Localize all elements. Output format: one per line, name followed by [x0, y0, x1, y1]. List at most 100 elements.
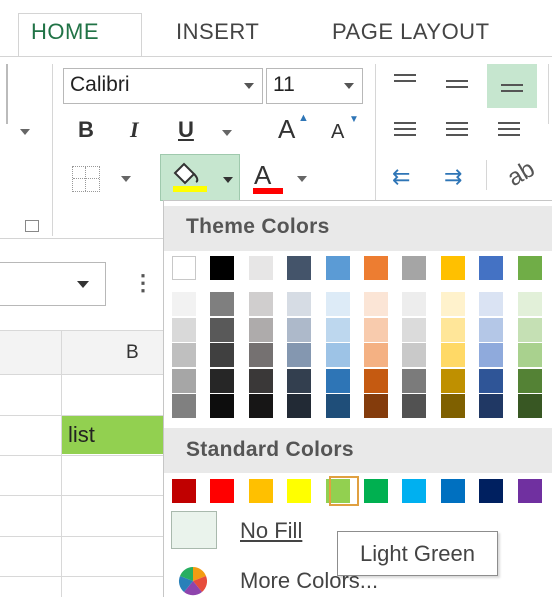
decrease-indent-icon[interactable]: ⇇	[392, 164, 410, 190]
theme-shade-swatch[interactable]	[248, 394, 273, 418]
theme-shade-swatch[interactable]	[287, 343, 312, 367]
standard-color-swatch[interactable]	[287, 479, 312, 503]
tab-home[interactable]: HOME	[18, 13, 142, 57]
no-fill-item[interactable]: No Fill	[240, 518, 302, 544]
theme-shade-swatch[interactable]	[440, 394, 465, 418]
theme-shade-swatch[interactable]	[364, 394, 388, 418]
theme-color-swatch[interactable]	[248, 256, 273, 280]
standard-color-swatch[interactable]	[210, 479, 235, 503]
theme-color-swatch[interactable]	[440, 256, 465, 280]
underline-button[interactable]: U	[178, 117, 194, 143]
align-middle-icon[interactable]	[446, 76, 468, 92]
theme-shade-swatch[interactable]	[364, 292, 388, 316]
standard-color-swatch[interactable]	[517, 479, 542, 503]
standard-color-swatch[interactable]	[248, 479, 273, 503]
theme-color-swatch[interactable]	[402, 256, 427, 280]
theme-shade-swatch[interactable]	[210, 317, 235, 342]
theme-shade-swatch[interactable]	[287, 394, 312, 418]
align-bottom-button[interactable]	[487, 64, 537, 108]
theme-color-swatch[interactable]	[517, 256, 542, 280]
font-size-combobox[interactable]: 11	[266, 68, 363, 104]
chevron-down-icon[interactable]	[77, 281, 89, 288]
theme-shade-swatch[interactable]	[172, 292, 196, 316]
chevron-down-icon[interactable]	[244, 83, 254, 89]
theme-shade-swatch[interactable]	[440, 292, 465, 316]
theme-shade-swatch[interactable]	[325, 343, 350, 367]
theme-shade-swatch[interactable]	[287, 292, 312, 316]
align-right-icon[interactable]	[498, 118, 520, 140]
theme-shade-swatch[interactable]	[364, 317, 388, 342]
theme-shade-swatch[interactable]	[479, 292, 504, 316]
theme-shade-swatch[interactable]	[325, 292, 350, 316]
chevron-down-icon[interactable]	[297, 176, 307, 182]
font-name-combobox[interactable]: Calibri	[63, 68, 263, 104]
theme-shade-swatch[interactable]	[287, 368, 312, 393]
tab-insert[interactable]: INSERT	[176, 14, 259, 56]
bold-button[interactable]: B	[78, 117, 94, 143]
theme-shade-swatch[interactable]	[479, 394, 504, 418]
standard-color-swatch[interactable]	[364, 479, 388, 503]
chevron-down-icon[interactable]	[223, 177, 233, 183]
theme-shade-swatch[interactable]	[210, 394, 235, 418]
theme-shade-swatch[interactable]	[402, 292, 427, 316]
theme-shade-swatch[interactable]	[248, 343, 273, 367]
theme-shade-swatch[interactable]	[364, 343, 388, 367]
orientation-icon[interactable]: ab	[503, 155, 540, 193]
theme-shade-swatch[interactable]	[517, 368, 542, 393]
theme-shade-swatch[interactable]	[479, 368, 504, 393]
font-color-button[interactable]: A	[254, 160, 271, 191]
theme-shade-swatch[interactable]	[402, 394, 427, 418]
theme-shade-swatch[interactable]	[364, 368, 388, 393]
theme-color-swatch[interactable]	[325, 256, 350, 280]
italic-button[interactable]: I	[130, 117, 139, 143]
theme-shade-swatch[interactable]	[402, 368, 427, 393]
standard-color-swatch[interactable]	[479, 479, 504, 503]
dialog-launcher-icon[interactable]	[25, 220, 39, 232]
tab-page-layout[interactable]: PAGE LAYOUT	[332, 14, 490, 56]
theme-shade-swatch[interactable]	[402, 343, 427, 367]
theme-color-swatch[interactable]	[210, 256, 235, 280]
theme-shade-swatch[interactable]	[479, 343, 504, 367]
cell-b-selected[interactable]: list	[62, 416, 163, 454]
theme-shade-swatch[interactable]	[248, 292, 273, 316]
theme-shade-swatch[interactable]	[325, 394, 350, 418]
theme-shade-swatch[interactable]	[210, 292, 235, 316]
chevron-down-icon[interactable]	[344, 83, 354, 89]
fill-color-button[interactable]	[160, 154, 240, 201]
no-fill-icon[interactable]	[171, 511, 217, 549]
theme-shade-swatch[interactable]	[517, 343, 542, 367]
theme-shade-swatch[interactable]	[440, 368, 465, 393]
theme-color-swatch[interactable]	[287, 256, 312, 280]
more-options-icon[interactable]: ⋮	[132, 270, 154, 296]
theme-shade-swatch[interactable]	[517, 317, 542, 342]
chevron-down-icon[interactable]	[121, 176, 131, 182]
standard-color-swatch[interactable]	[440, 479, 465, 503]
theme-color-swatch[interactable]	[172, 256, 196, 280]
increase-indent-icon[interactable]: ⇉	[444, 164, 462, 190]
chevron-down-icon[interactable]	[222, 130, 232, 136]
theme-shade-swatch[interactable]	[172, 368, 196, 393]
chevron-down-icon[interactable]	[20, 129, 30, 135]
theme-shade-swatch[interactable]	[517, 394, 542, 418]
theme-shade-swatch[interactable]	[210, 343, 235, 367]
theme-shade-swatch[interactable]	[440, 343, 465, 367]
standard-color-swatch[interactable]	[402, 479, 427, 503]
theme-shade-swatch[interactable]	[517, 292, 542, 316]
theme-shade-swatch[interactable]	[172, 317, 196, 342]
theme-shade-swatch[interactable]	[325, 368, 350, 393]
name-box[interactable]	[0, 262, 106, 306]
grow-font-button[interactable]: A	[278, 114, 295, 145]
align-center-icon[interactable]	[446, 118, 468, 140]
theme-color-swatch[interactable]	[364, 256, 388, 280]
theme-shade-swatch[interactable]	[248, 368, 273, 393]
align-left-icon[interactable]	[394, 118, 416, 140]
align-top-icon[interactable]	[394, 70, 416, 86]
theme-shade-swatch[interactable]	[440, 317, 465, 342]
standard-color-swatch[interactable]	[172, 479, 196, 503]
column-header-b[interactable]: B	[126, 342, 139, 364]
shrink-font-button[interactable]: A	[331, 121, 344, 144]
theme-color-swatch[interactable]	[479, 256, 504, 280]
theme-shade-swatch[interactable]	[210, 368, 235, 393]
theme-shade-swatch[interactable]	[402, 317, 427, 342]
theme-shade-swatch[interactable]	[287, 317, 312, 342]
